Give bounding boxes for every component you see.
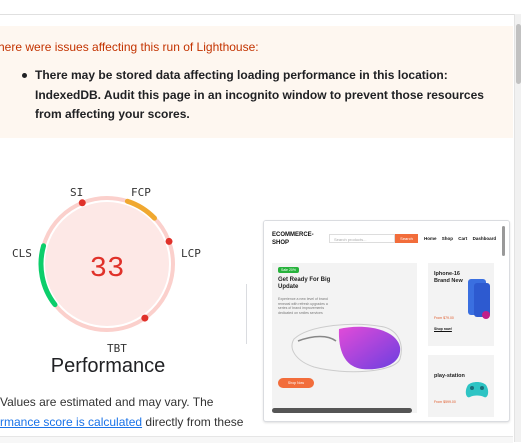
shop-logo: ECOMMERCE- SHOP	[272, 232, 314, 246]
metric-label-si: SI	[70, 186, 84, 199]
product-link: Shop now!	[434, 327, 452, 331]
product-card-playstation: play-station From $599.00	[428, 355, 494, 417]
metric-label-cls: CLS	[12, 247, 32, 260]
gamepad-image	[465, 382, 489, 398]
tbt-marker	[141, 314, 149, 322]
metric-label-lcp: LCP	[181, 247, 201, 260]
disclaimer-line-2-text: directly from these	[142, 415, 244, 429]
performance-title: Performance	[50, 355, 166, 377]
bullet-icon	[22, 73, 27, 78]
vr-headset-image	[291, 323, 402, 373]
warning-item: There may be stored data affecting loadi…	[18, 66, 498, 125]
shop-nav-shop: Shop	[441, 236, 454, 241]
warnings-panel: here were issues affecting this run of L…	[0, 26, 513, 138]
product-name: Iphone-16 Brand New	[434, 271, 463, 284]
disclaimer-line-1: Values are estimated and may vary. The	[0, 395, 214, 409]
shop-nav-cart: Cart	[458, 236, 468, 241]
score-calculator-link[interactable]: rmance score is calculated	[0, 415, 142, 429]
shop-search-input: Search products...	[329, 234, 395, 243]
hero-badge: Sale 20%	[278, 267, 299, 273]
scrollbar-thumb[interactable]	[516, 24, 521, 84]
score-value: 33	[89, 252, 125, 285]
shop-nav-home: Home	[424, 236, 437, 241]
si-marker	[78, 199, 86, 207]
hero-title: Get Ready For Big Update	[278, 277, 331, 290]
shop-search-button: Search	[395, 234, 418, 243]
shop-nav: Home Shop Cart Dashboard	[424, 236, 500, 241]
hero-scrollbar	[272, 408, 412, 413]
thumbnail-scrollbar	[502, 226, 505, 256]
hero-shop-button: Shop Now	[278, 378, 314, 388]
lcp-marker	[165, 237, 173, 245]
phone-image	[468, 279, 490, 319]
score-disclaimer: Values are estimated and may vary. The r…	[0, 392, 260, 432]
metric-label-fcp: FCP	[131, 186, 151, 199]
warnings-title: here were issues affecting this run of L…	[0, 40, 259, 54]
product-price: From $599.00	[434, 400, 456, 404]
performance-gauge[interactable]: 33 SI FCP LCP CLS TBT	[0, 180, 240, 380]
warning-text: There may be stored data affecting loadi…	[35, 68, 484, 121]
page-scrollbar[interactable]	[514, 14, 521, 442]
product-card-iphone: Iphone-16 Brand New From $79.00 Shop now…	[428, 263, 494, 346]
warnings-list: There may be stored data affecting loadi…	[18, 66, 498, 125]
final-screenshot-thumbnail[interactable]: ECOMMERCE- SHOP Search products... Searc…	[263, 220, 510, 422]
metric-label-tbt: TBT	[107, 342, 127, 355]
disclaimer-line-2: rmance score is calculated directly from…	[0, 412, 260, 432]
shop-nav-dashboard: Dashboard	[472, 236, 497, 241]
product-price: From $79.00	[434, 316, 454, 320]
top-toolbar	[0, 0, 521, 15]
shop-header: ECOMMERCE- SHOP Search products... Searc…	[264, 221, 509, 256]
divider	[246, 284, 247, 344]
product-name: play-station	[434, 373, 465, 379]
